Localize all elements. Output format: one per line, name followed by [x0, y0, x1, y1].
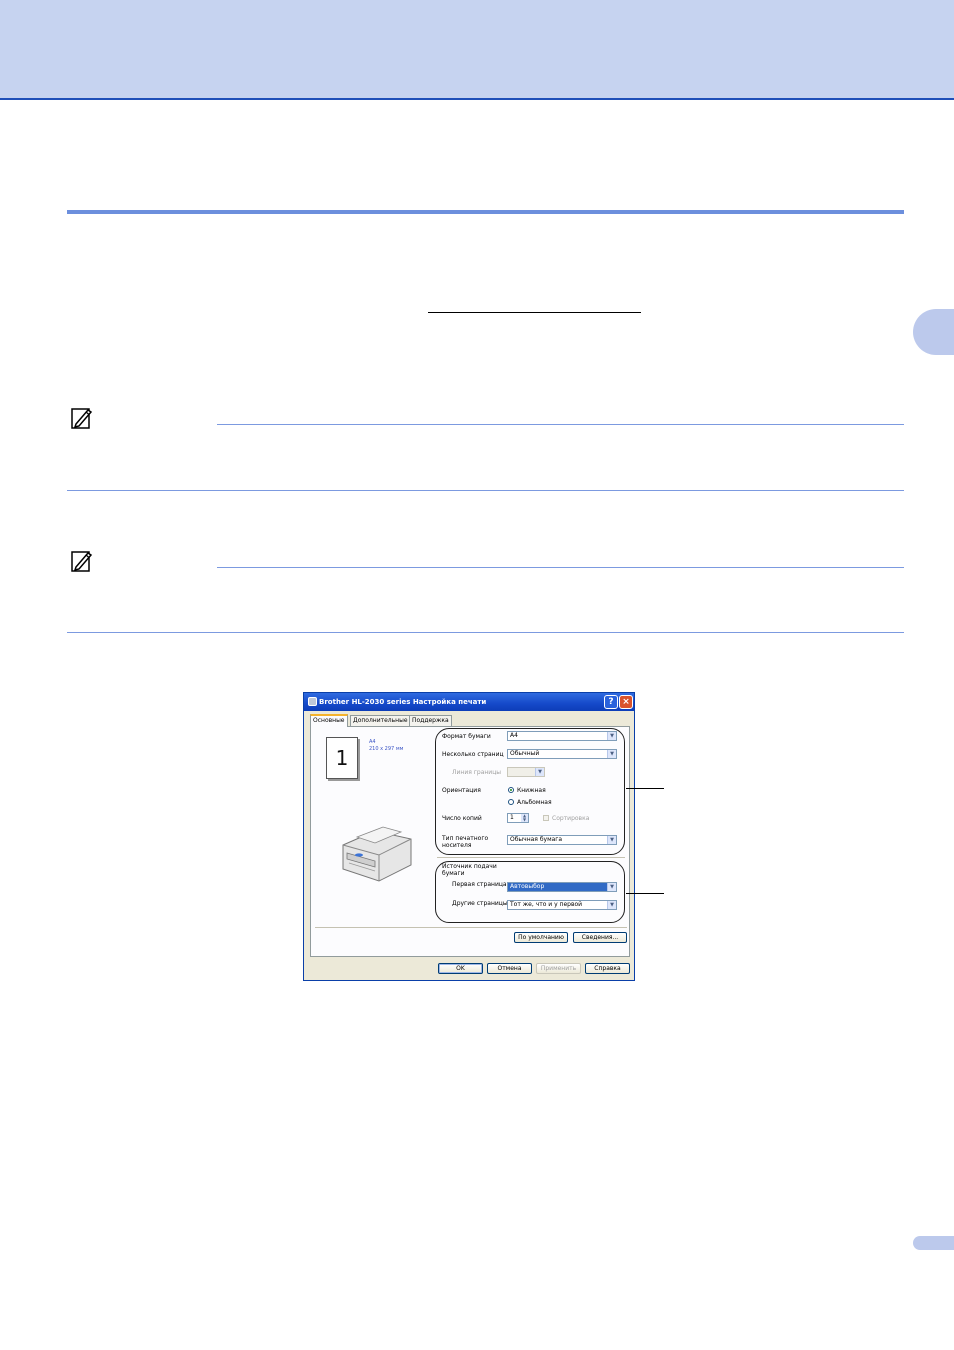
cancel-button[interactable]: Отмена — [487, 963, 532, 974]
note-top-rule — [217, 567, 904, 568]
chevron-down-icon: ▼ — [607, 836, 616, 844]
note-icon — [71, 551, 93, 572]
chevron-down-icon: ▼ — [607, 883, 616, 891]
about-button[interactable]: Сведения... — [573, 932, 627, 943]
apply-button[interactable]: Применить — [536, 963, 581, 974]
other-pages-value: Тот же, что и у первой — [510, 901, 583, 908]
preview-page-number: 1 — [335, 746, 349, 770]
chevron-down-icon: ▼ — [535, 768, 544, 776]
copies-stepper[interactable]: 1 ▲ ▼ — [507, 813, 529, 823]
collate-label: Сортировка — [552, 815, 590, 822]
callout-line — [626, 893, 664, 894]
collate-checkbox[interactable] — [543, 815, 549, 821]
multi-page-value: Обычный — [510, 750, 540, 757]
printer-image — [342, 826, 412, 882]
chevron-down-icon: ▼ — [607, 901, 616, 909]
landscape-label: Альбомная — [517, 799, 552, 806]
ok-button[interactable]: OK — [438, 963, 483, 974]
multi-page-select[interactable]: Обычный ▼ — [507, 749, 617, 759]
dialog-titlebar[interactable]: Brother HL-2030 series Настройка печати … — [304, 693, 634, 711]
basic-tab-panel: 1 A4 210 x 297 мм Формат бумаги A4 ▼ Нес… — [310, 726, 630, 957]
portrait-radio[interactable] — [508, 787, 514, 793]
media-type-label-1: Тип печатного — [442, 835, 489, 842]
print-settings-dialog: Brother HL-2030 series Настройка печати … — [303, 692, 635, 981]
chevron-down-icon: ▼ — [607, 750, 616, 758]
callout-line — [626, 788, 664, 789]
close-icon[interactable]: × — [619, 695, 633, 709]
printer-icon — [308, 697, 317, 706]
tab-support[interactable]: Поддержка — [409, 715, 452, 726]
page-preview: 1 — [326, 737, 358, 779]
other-pages-select[interactable]: Тот же, что и у первой ▼ — [507, 900, 617, 910]
paper-source-label-2: бумаги — [442, 870, 465, 877]
copies-label: Число копий — [442, 815, 482, 822]
manual-page: Brother HL-2030 series Настройка печати … — [0, 0, 954, 1350]
tab-advanced[interactable]: Дополнительные — [350, 715, 411, 726]
media-type-label-2: носителя — [442, 842, 472, 849]
preview-paper-size: 210 x 297 мм — [369, 746, 404, 752]
paper-source-label-1: Источник подачи — [442, 863, 497, 870]
preview-paper-name: A4 — [369, 739, 376, 745]
note-bottom-rule — [67, 632, 904, 633]
group-separator — [437, 857, 625, 858]
border-line-label: Линия границы — [452, 769, 502, 776]
note-bottom-rule — [67, 490, 904, 491]
dialog-title: Brother HL-2030 series Настройка печати — [319, 698, 487, 706]
note-top-rule — [217, 424, 904, 425]
multi-page-label: Несколько страниц — [442, 751, 504, 758]
orientation-label: Ориентация — [442, 787, 481, 794]
chevron-down-icon: ▼ — [607, 732, 616, 740]
paper-size-value: A4 — [510, 732, 518, 739]
note-icon — [71, 408, 93, 429]
media-type-select[interactable]: Обычная бумага ▼ — [507, 835, 617, 845]
paper-size-label: Формат бумаги — [442, 733, 491, 740]
tab-basic[interactable]: Основные — [310, 714, 348, 727]
other-pages-label: Другие страницы — [452, 900, 508, 907]
section-rule — [67, 210, 904, 214]
first-page-value: Автовыбор — [510, 883, 545, 890]
help-button[interactable]: Справка — [585, 963, 630, 974]
border-line-select[interactable]: ▼ — [507, 767, 545, 777]
help-icon[interactable]: ? — [604, 695, 618, 709]
portrait-label: Книжная — [517, 787, 546, 794]
first-page-label: Первая страница — [452, 881, 507, 888]
page-header-band — [0, 0, 954, 100]
defaults-button[interactable]: По умолчанию — [514, 932, 568, 943]
copies-value: 1 — [510, 814, 514, 821]
landscape-radio[interactable] — [508, 799, 514, 805]
link-underline — [428, 312, 641, 313]
spin-arrows-icon[interactable]: ▲ ▼ — [521, 814, 528, 822]
button-separator — [315, 927, 627, 928]
chapter-tab — [913, 309, 954, 355]
paper-size-select[interactable]: A4 ▼ — [507, 731, 617, 741]
media-type-value: Обычная бумага — [510, 836, 563, 843]
page-number-tab — [913, 1236, 954, 1250]
first-page-select[interactable]: Автовыбор ▼ — [507, 882, 617, 892]
